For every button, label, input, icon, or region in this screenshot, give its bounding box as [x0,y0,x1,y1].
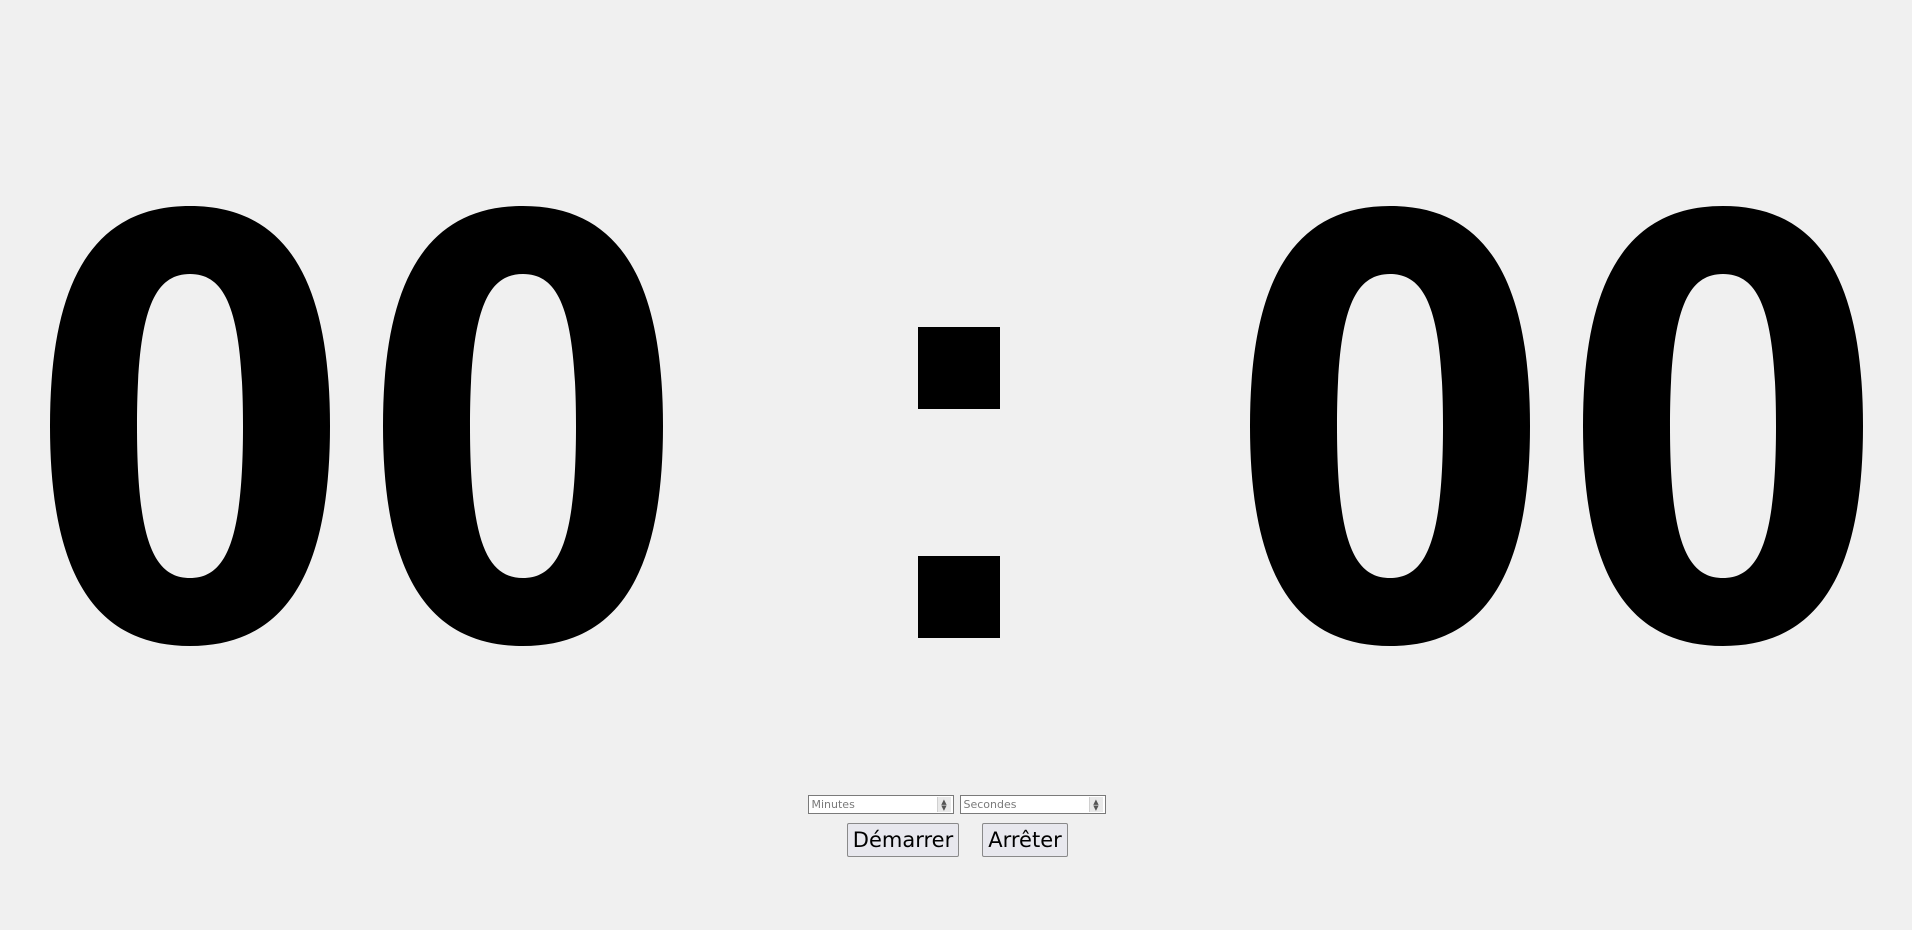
minutes-tens-digit [50,206,330,646]
chevron-down-icon[interactable]: ▼ [941,804,946,811]
colon-separator-top [918,327,1000,409]
minutes-ones-digit [383,206,663,646]
time-inputs: ▲ ▼ ▲ ▼ [1,795,1912,814]
chevron-down-icon[interactable]: ▼ [1093,804,1098,811]
action-buttons: Démarrer Arrêter [3,823,1912,857]
minutes-spinbox: ▲ ▼ [807,795,954,814]
seconds-spinbox: ▲ ▼ [959,795,1106,814]
stop-button[interactable]: Arrêter [982,823,1068,857]
countdown-display [0,0,1912,930]
seconds-tens-digit [1250,206,1530,646]
start-button[interactable]: Démarrer [847,823,959,857]
seconds-ones-digit [1583,206,1863,646]
timer-controls: ▲ ▼ ▲ ▼ Démarrer Arrêter [0,795,1912,857]
colon-separator-bottom [918,556,1000,638]
seconds-spinner[interactable]: ▲ ▼ [1088,797,1103,812]
minutes-spinner[interactable]: ▲ ▼ [936,797,951,812]
seconds-input[interactable] [960,796,1087,813]
minutes-input[interactable] [808,796,935,813]
